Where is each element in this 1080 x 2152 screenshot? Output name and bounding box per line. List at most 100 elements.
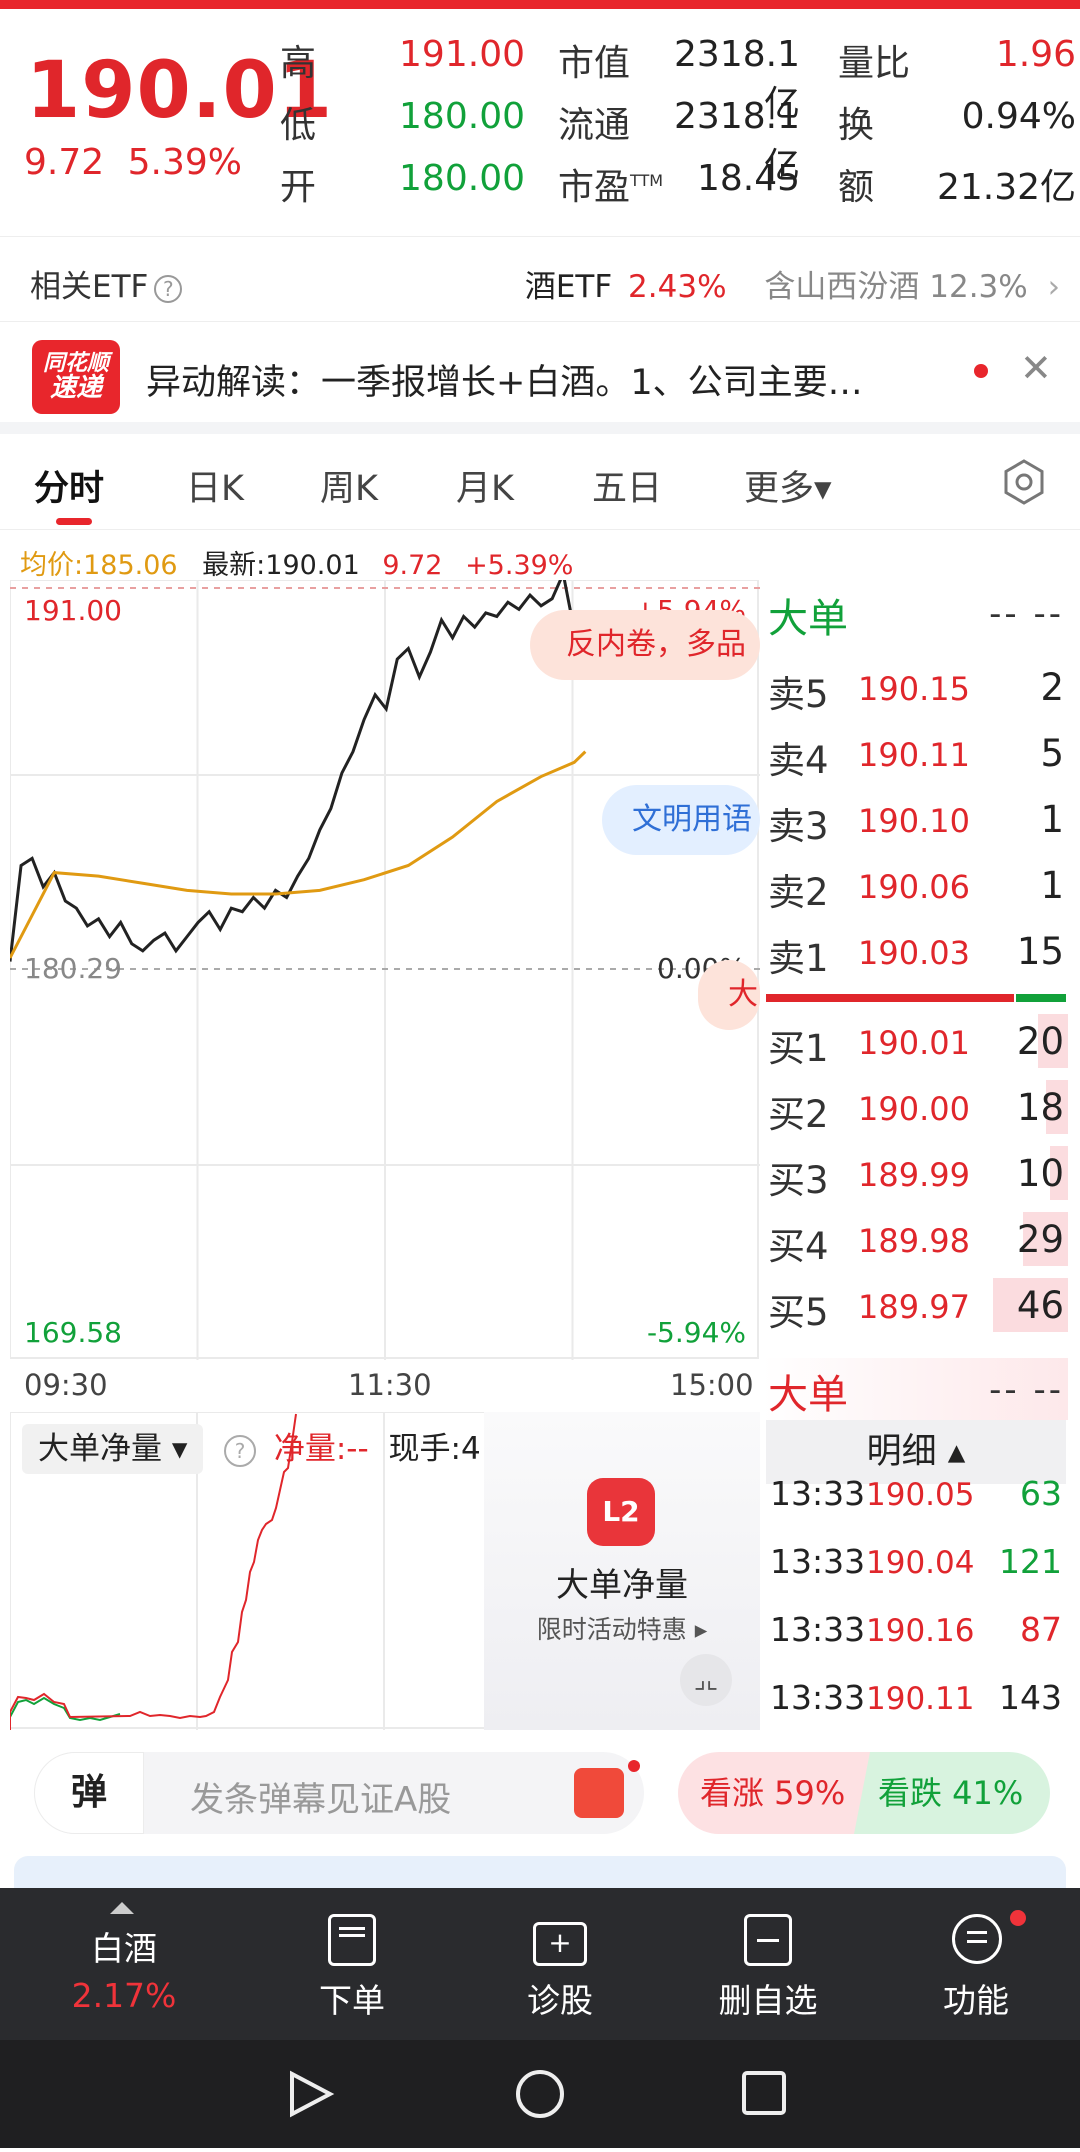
news-text[interactable]: 异动解读：一季报增长+白酒。1、公司主要… [146,354,863,405]
tab-4[interactable]: 五日 [592,460,662,511]
stat-label: 高 [280,43,317,84]
sector-button[interactable]: 白酒 2.17% [24,1888,224,2040]
order-button[interactable]: 下单 [252,1888,452,2040]
function-icon [952,1914,1002,1964]
notification-dot-icon [628,1760,640,1772]
tab-3[interactable]: 月K [456,460,514,511]
level2-icon: L2 [587,1478,655,1546]
stat-value: 0.94% [961,96,1076,137]
vote-up-button[interactable]: 看涨 59% [678,1752,870,1834]
level-price: 190.10 [858,802,970,840]
tab-2[interactable]: 周K [320,460,378,511]
trade-row: 13:33 190.11 143 [770,1678,1066,1728]
danmu-input[interactable]: 发条弹幕见证A股 [190,1772,451,1821]
danmu-bubble[interactable]: 文明用语 [602,785,760,855]
recents-icon[interactable] [742,2071,786,2115]
ask-row[interactable]: 卖5 190.15 2 [762,656,1068,718]
tab-0[interactable]: 分时 [34,460,104,511]
stat-value: 191.00 [399,34,525,75]
bid-row[interactable]: 买3 189.99 10 [762,1142,1068,1204]
logo-line2: 速递 [49,373,102,403]
trade-price: 190.16 [866,1613,975,1649]
level-price: 190.06 [858,868,970,906]
ask-row[interactable]: 卖3 190.10 1 [762,788,1068,850]
danmu-bubble[interactable]: 反内卷，多品 [530,610,760,680]
level2-promo-card[interactable]: L2 大单净量 限时活动特惠 ▸ ⌟⌞ [484,1412,760,1730]
y-tick-mid: 180.29 [24,952,122,985]
top-accent-bar [0,0,1080,9]
trade-time: 13:33 [770,1610,866,1649]
ask-row[interactable]: 卖2 190.06 1 [762,854,1068,916]
remove-watchlist-button[interactable]: 删自选 [668,1888,868,2040]
expand-icon[interactable]: ⌟⌞ [680,1654,732,1706]
home-icon[interactable] [516,2070,564,2118]
chevron-right-icon: › [1047,269,1060,305]
trade-price: 190.04 [866,1545,975,1581]
ask-row[interactable]: 卖4 190.11 5 [762,722,1068,784]
settings-icon[interactable] [1000,458,1048,506]
level-qty: 10 [1016,1152,1064,1195]
bid-row[interactable]: 买1 190.01 20 [762,1010,1068,1072]
order-label: 下单 [319,1981,385,2020]
intraday-chart[interactable]: 191.00 180.29 169.58 +5.94% 0.00% -5.94%… [10,580,760,1402]
level-qty: 15 [1016,930,1064,973]
stat-label: 流通 [558,105,631,146]
function-button[interactable]: 功能 [876,1888,1076,2040]
level-label: 卖4 [768,739,829,782]
unread-dot-icon [974,364,988,378]
help-icon[interactable]: ? [224,1434,256,1467]
level-price: 190.01 [858,1024,970,1062]
x-tick-open: 09:30 [24,1368,108,1402]
close-icon[interactable]: ✕ [1020,346,1052,390]
level-qty: 5 [1040,732,1064,775]
trade-row: 13:33 190.16 87 [770,1610,1066,1660]
related-etf-row[interactable]: 相关ETF? 酒ETF 2.43% 含山西汾酒 12.3% › [0,236,1080,322]
bid-row[interactable]: 买5 189.97 46 [762,1274,1068,1336]
notification-dot-icon [1010,1910,1026,1926]
etf-name: 酒ETF [524,269,613,305]
trade-price: 190.11 [866,1681,975,1717]
level-label: 买2 [768,1093,829,1136]
promo-subtitle[interactable]: 限时活动特惠 ▸ [484,1610,760,1646]
intraday-chart-svg [10,580,760,1360]
order-book: 大单 -- -- 大单 -- -- 卖5 190.15 2 卖4 190.11 5 卖3 19… [762,580,1068,1420]
remove-watchlist-icon [744,1914,792,1966]
bid-row[interactable]: 买4 189.98 29 [762,1208,1068,1270]
tab-1[interactable]: 日K [186,460,244,511]
level-label: 卖1 [768,937,829,980]
danmu-toggle-icon[interactable]: 弹 [34,1752,144,1834]
level-qty: 2 [1040,666,1064,709]
level-qty: 20 [1016,1020,1064,1063]
level-price: 190.15 [858,670,970,708]
price-change: 9.72 5.39% [24,142,242,183]
trade-row: 13:33 190.05 63 [770,1474,1066,1524]
change-value: 9.72 [24,142,105,183]
vote-down-button[interactable]: 看跌 41% [854,1752,1050,1834]
function-label: 功能 [943,1981,1009,2020]
back-icon[interactable] [290,2070,335,2118]
danmu-bubble[interactable]: 大 [698,960,760,1030]
remove-watchlist-label: 删自选 [718,1981,818,2020]
news-banner[interactable]: 同花顺 速递 异动解读：一季报增长+白酒。1、公司主要… ✕ [0,324,1080,434]
trade-price: 190.05 [866,1477,975,1513]
danmu-input-bar[interactable]: 弹 发条弹幕见证A股 [34,1752,644,1834]
level-price: 189.97 [858,1288,970,1326]
related-etf-text: 相关ETF [30,269,149,305]
bid-row[interactable]: 买2 190.00 18 [762,1076,1068,1138]
ask-row[interactable]: 卖1 190.03 15 [762,920,1068,982]
gift-icon[interactable] [574,1768,624,1818]
help-icon[interactable]: ? [154,274,183,303]
etf-percent: 2.43% [628,269,727,305]
diagnose-button[interactable]: + 诊股 [460,1888,660,2040]
tab-5[interactable]: 更多▾ [744,460,832,511]
etf-info[interactable]: 酒ETF 2.43% 含山西汾酒 12.3% › [525,261,1060,306]
trade-row: 13:33 190.04 121 [770,1542,1066,1592]
stat-value: 21.32亿 [936,167,1076,208]
stat-value: 180.00 [399,158,525,199]
indicator-dropdown[interactable]: 大单净量 ▾ [22,1424,204,1474]
triangle-up-icon [110,1902,134,1914]
big-order-header: 大单 [768,596,848,642]
related-etf-label: 相关ETF? [30,261,183,306]
order-icon [328,1914,376,1966]
trade-volume: 87 [1020,1610,1062,1649]
